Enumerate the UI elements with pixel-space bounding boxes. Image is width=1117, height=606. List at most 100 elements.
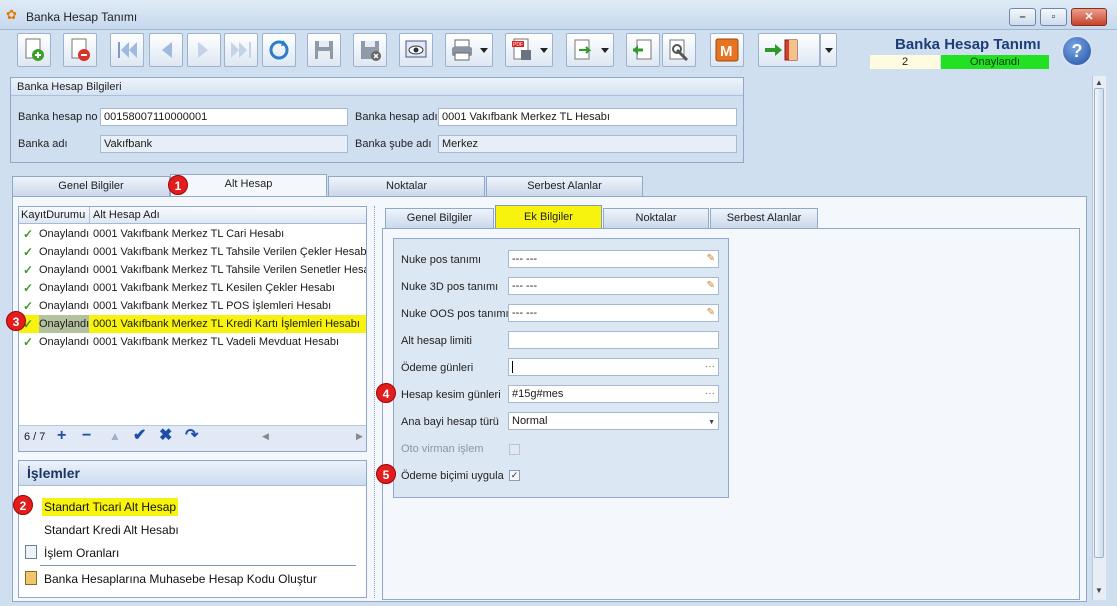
table-row[interactable]: ✓ Onaylandı 0001 Vakıfbank Merkez TL POS İ… — [19, 297, 366, 315]
ops-divider — [40, 565, 356, 566]
payment-method-checkbox[interactable]: ✓ — [509, 470, 520, 481]
first-record-icon — [118, 42, 137, 58]
previous-record-button[interactable] — [149, 33, 183, 67]
tab-alt-hesap[interactable]: Alt Hesap — [170, 174, 327, 196]
svg-text:M: M — [720, 43, 733, 60]
tab-noktalar[interactable]: Noktalar — [328, 176, 485, 196]
col-status-header[interactable]: KayıtDurumu — [21, 207, 85, 223]
save-button[interactable] — [307, 33, 341, 67]
refresh-button[interactable] — [262, 33, 296, 67]
nuke-3d-field[interactable]: --- --- ✎ — [508, 277, 719, 295]
account-no-field[interactable]: 00158007110000001 — [100, 108, 348, 126]
splitter[interactable] — [374, 206, 376, 598]
grid-header: KayıtDurumu Alt Hesap Adı — [19, 207, 366, 224]
undo-icon[interactable]: ↷ — [185, 427, 198, 445]
row-name: 0001 Vakıfbank Merkez TL Kredi Kartı İşl… — [93, 318, 360, 330]
scroll-left-icon[interactable]: ◀ — [262, 431, 269, 442]
account-name-field[interactable]: 0001 Vakıfbank Merkez TL Hesabı — [438, 108, 737, 126]
exit-dropdown[interactable] — [820, 33, 837, 67]
pdf-export-button[interactable]: PDF — [505, 33, 553, 67]
table-row[interactable]: ✓ Onaylandı 0001 Vakıfbank Merkez TL Kesil… — [19, 279, 366, 297]
minimize-button[interactable]: – — [1009, 8, 1036, 26]
chevron-down-icon[interactable]: ▼ — [708, 416, 715, 429]
inner-tab-noktalar[interactable]: Noktalar — [603, 208, 709, 228]
table-row[interactable]: ✓ Onaylandı 0001 Vakıfbank Merkez TL Vadel… — [19, 333, 366, 351]
m-button[interactable]: M — [710, 33, 744, 67]
save-close-icon — [361, 41, 381, 61]
first-record-button[interactable] — [110, 33, 144, 67]
col-name-header[interactable]: Alt Hesap Adı — [89, 207, 160, 223]
branch-name-label: Banka şube adı — [355, 138, 432, 150]
tab-serbest-alanlar[interactable]: Serbest Alanlar — [486, 176, 643, 196]
add-row-icon[interactable]: + — [57, 427, 66, 445]
inner-tab-serbest-alanlar[interactable]: Serbest Alanlar — [710, 208, 818, 228]
table-row-selected[interactable]: ✓ Onaylandı 0001 Vakıfbank Merkez TL Kredi… — [19, 315, 366, 333]
lookup-icon[interactable]: ✎ — [707, 306, 715, 319]
inner-tab-ek-bilgiler[interactable]: Ek Bilgiler — [495, 205, 602, 229]
ops-muhasebe-kodu[interactable]: Banka Hesaplarına Muhasebe Hesap Kodu Ol… — [44, 570, 317, 588]
tab-genel-bilgiler[interactable]: Genel Bilgiler — [12, 176, 170, 196]
row-name: 0001 Vakıfbank Merkez TL Tahsile Verilen… — [93, 264, 366, 276]
cancel-edit-icon[interactable]: ✖ — [159, 427, 172, 445]
title-bar — [0, 0, 1117, 30]
last-record-button[interactable] — [224, 33, 258, 67]
new-record-icon — [25, 38, 44, 61]
dealer-type-select[interactable]: Normal ▼ — [508, 412, 719, 430]
bank-name-field: Vakıfbank — [100, 135, 348, 153]
scroll-down-icon[interactable]: ▼ — [1095, 586, 1103, 595]
nuke-3d-value: --- --- — [512, 280, 538, 292]
scrollbar-thumb[interactable] — [1094, 88, 1104, 558]
save-close-button[interactable] — [353, 33, 387, 67]
approved-check-icon: ✓ — [23, 335, 34, 349]
butterfly-icon: ✿ — [6, 7, 17, 22]
payment-days-field[interactable]: ··· — [508, 358, 719, 376]
auto-transfer-label: Oto virman işlem — [401, 443, 484, 455]
next-record-button[interactable] — [187, 33, 221, 67]
inner-tab-genel-bilgiler[interactable]: Genel Bilgiler — [385, 208, 494, 228]
tools-button[interactable] — [662, 33, 696, 67]
scroll-right-icon[interactable]: ▶ — [356, 431, 363, 442]
preview-button[interactable] — [399, 33, 433, 67]
table-row[interactable]: ✓ Onaylandı 0001 Vakıfbank Merkez TL Cari … — [19, 225, 366, 243]
nuke-oos-field[interactable]: --- --- ✎ — [508, 304, 719, 322]
row-status: Onaylandı — [39, 300, 90, 312]
maximize-button[interactable]: ▫ — [1040, 8, 1067, 26]
import-button[interactable] — [626, 33, 660, 67]
auto-transfer-checkbox[interactable] — [509, 444, 520, 455]
ops-islem-oranlari[interactable]: İşlem Oranları — [44, 544, 119, 562]
ops-standart-kredi[interactable]: Standart Kredi Alt Hesabı — [44, 521, 179, 539]
approved-check-icon: ✓ — [23, 299, 34, 313]
nuke-oos-label: Nuke OOS pos tanımı — [401, 308, 509, 320]
lookup-icon[interactable]: ✎ — [707, 252, 715, 265]
lookup-icon[interactable]: ✎ — [707, 279, 715, 292]
marker-4: 4 — [376, 383, 396, 403]
remove-row-icon[interactable]: − — [82, 427, 91, 445]
export-button[interactable] — [566, 33, 614, 67]
delete-record-button[interactable] — [63, 33, 97, 67]
limit-field[interactable] — [508, 331, 719, 349]
last-record-icon — [231, 42, 251, 58]
pdf-export-icon: PDF — [512, 38, 531, 60]
close-button[interactable]: ✕ — [1071, 8, 1107, 26]
nuke-pos-field[interactable]: --- --- ✎ — [508, 250, 719, 268]
cut-days-field[interactable]: #15g#mes ··· — [508, 385, 719, 403]
table-row[interactable]: ✓ Onaylandı 0001 Vakıfbank Merkez TL Tahsi… — [19, 261, 366, 279]
confirm-icon[interactable]: ✔ — [133, 427, 146, 445]
move-up-icon[interactable]: ▲ — [109, 427, 121, 445]
ops-standart-ticari[interactable]: Standart Ticari Alt Hesap — [42, 498, 179, 516]
exit-button[interactable] — [758, 33, 820, 67]
scroll-up-icon[interactable]: ▲ — [1095, 78, 1103, 87]
ellipsis-icon[interactable]: ··· — [705, 387, 715, 400]
record-counter: 6 / 7 — [24, 431, 46, 443]
help-button[interactable]: ? — [1061, 35, 1093, 67]
next-record-icon — [198, 42, 208, 58]
ellipsis-icon[interactable]: ··· — [705, 360, 715, 373]
delete-record-icon — [71, 38, 90, 61]
cut-days-value: #15g#mes — [512, 388, 564, 400]
new-record-button[interactable] — [17, 33, 51, 67]
table-row[interactable]: ✓ Onaylandı 0001 Vakıfbank Merkez TL Tahsi… — [19, 243, 366, 261]
print-button[interactable] — [445, 33, 493, 67]
preview-icon — [405, 40, 427, 58]
nuke-pos-label: Nuke pos tanımı — [401, 254, 482, 266]
marker-1: 1 — [168, 175, 188, 195]
